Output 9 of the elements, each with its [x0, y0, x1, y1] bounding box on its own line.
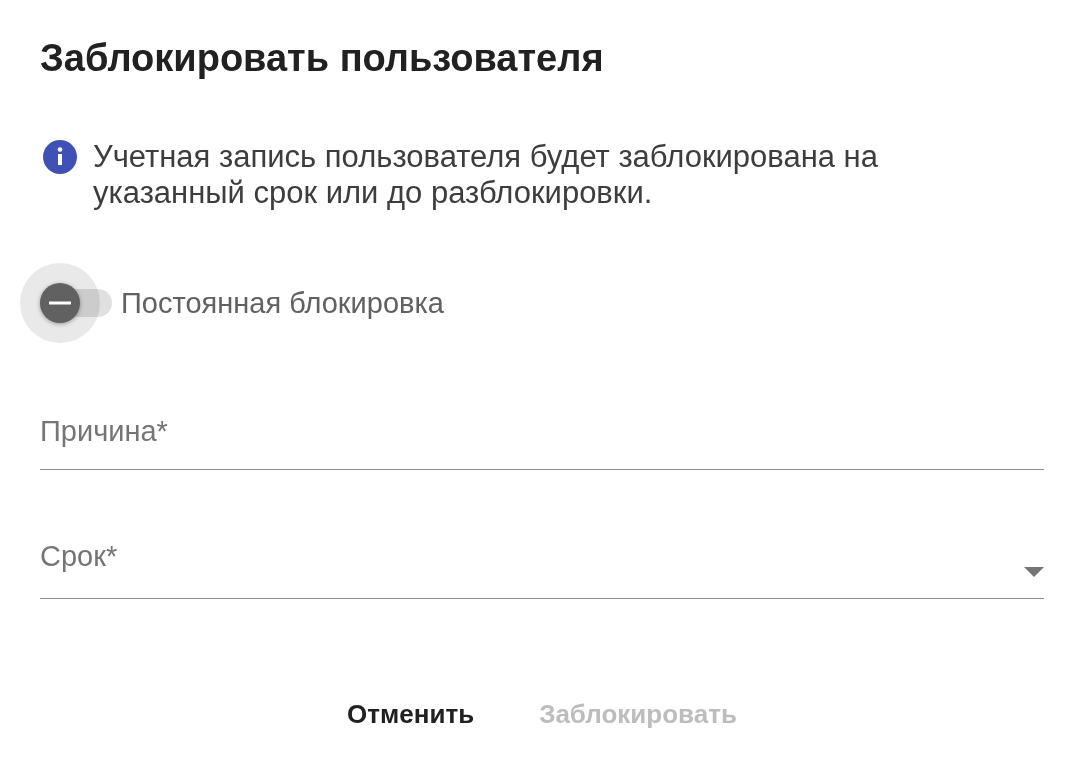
info-message: Учетная запись пользователя будет заблокирована на указанный срок или до разблокировки.: [93, 139, 879, 211]
cancel-button[interactable]: Отменить: [331, 690, 491, 738]
dialog-title: Заблокировать пользователя: [40, 36, 605, 80]
caret-icon: [1024, 567, 1044, 577]
select-field[interactable]: Срок*: [40, 524, 1044, 599]
minus-icon[interactable]: [40, 283, 80, 323]
info-icon: [43, 140, 77, 174]
toggle-label: Постоянная блокировка: [121, 286, 444, 320]
text-input-field[interactable]: Причина*: [40, 399, 1044, 470]
